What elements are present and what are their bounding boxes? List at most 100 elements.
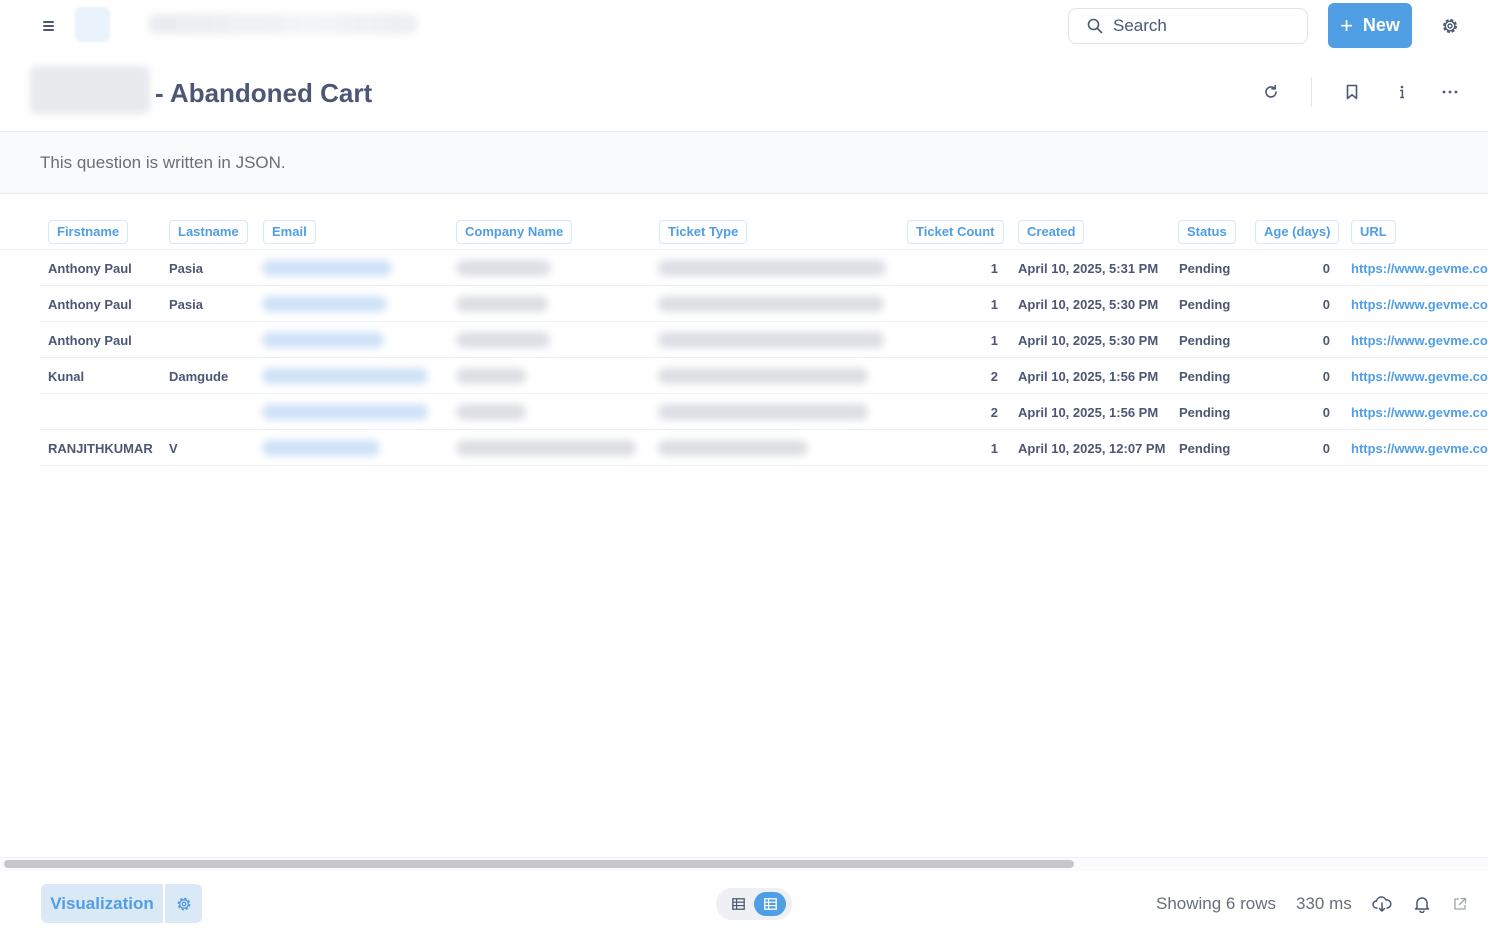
cell-firstname: Anthony Paul [48, 297, 132, 312]
column-header-status[interactable]: Status [1178, 220, 1236, 244]
cell-created: April 10, 2025, 12:07 PM [1018, 441, 1166, 456]
cell-created: April 10, 2025, 5:30 PM [1018, 333, 1159, 348]
cell-firstname: Kunal [48, 369, 85, 384]
cell-ticket-type-redacted [658, 368, 868, 384]
new-button[interactable]: + New [1328, 3, 1412, 48]
table-row: RANJITHKUMAR V 1 April 10, 2025, 12:07 P… [40, 430, 1488, 466]
bookmark-icon[interactable] [1342, 82, 1362, 102]
column-header-email[interactable]: Email [263, 220, 316, 244]
cell-company-redacted [456, 332, 550, 348]
cell-ticket-type-redacted [658, 440, 808, 456]
column-header-ticket-count[interactable]: Ticket Count [907, 220, 1004, 244]
column-header-created[interactable]: Created [1018, 220, 1085, 244]
cell-age: 0 [1322, 405, 1330, 420]
cell-ticket-type-redacted [658, 404, 868, 420]
cell-company-redacted [456, 404, 526, 420]
cell-firstname: RANJITHKUMAR [48, 441, 153, 456]
view-toggle [716, 888, 792, 920]
download-icon[interactable] [1372, 894, 1392, 914]
alert-bell-icon[interactable] [1412, 894, 1432, 914]
cell-company-redacted [456, 440, 636, 456]
table-icon [731, 898, 745, 910]
cell-url-link[interactable]: https://www.gevme.com [1351, 369, 1488, 384]
cell-ticket-count: 1 [990, 297, 998, 312]
cell-email-redacted [262, 440, 380, 456]
cell-status: Pending [1179, 441, 1231, 456]
cell-company-redacted [456, 260, 551, 276]
cell-age: 0 [1322, 441, 1330, 456]
cell-email-redacted [262, 368, 428, 384]
footer-bar: Visualization Showing 6 rows 330 ms [0, 872, 1488, 934]
cell-status: Pending [1179, 405, 1231, 420]
cell-created: April 10, 2025, 1:56 PM [1018, 369, 1159, 384]
cell-url-link[interactable]: https://www.gevme.com [1351, 405, 1488, 420]
cell-email-redacted [262, 404, 428, 420]
cell-lastname: Pasia [169, 297, 203, 312]
table-row: Kunal Damgude 2 April 10, 2025, 1:56 PM … [40, 358, 1488, 394]
cell-company-redacted [456, 368, 526, 384]
logo[interactable] [75, 7, 110, 42]
table-view-toggle[interactable] [722, 892, 754, 916]
column-header-lastname[interactable]: Lastname [169, 220, 248, 244]
top-nav: Search + New [0, 0, 1488, 52]
cell-age: 0 [1322, 297, 1330, 312]
search-input[interactable]: Search [1068, 8, 1308, 44]
cell-status: Pending [1179, 369, 1231, 384]
cell-lastname: Damgude [169, 369, 229, 384]
cell-email-redacted [262, 332, 384, 348]
row-count-text: Showing 6 rows [1156, 894, 1277, 913]
cell-created: April 10, 2025, 1:56 PM [1018, 405, 1159, 420]
cell-ticket-type-redacted [658, 260, 886, 276]
cell-lastname: V [169, 441, 178, 456]
cell-url-link[interactable]: https://www.gevme.com [1351, 441, 1488, 456]
info-icon[interactable] [1392, 82, 1412, 102]
cell-status: Pending [1179, 261, 1231, 276]
notice-text: This question is written in JSON. [40, 153, 286, 172]
cell-email-redacted [262, 260, 392, 276]
column-header-age-days[interactable]: Age (days) [1255, 220, 1340, 244]
cell-company-redacted [456, 296, 548, 312]
more-options-icon[interactable] [1440, 82, 1460, 102]
cell-created: April 10, 2025, 5:31 PM [1018, 261, 1159, 276]
cell-age: 0 [1322, 261, 1330, 276]
plus-icon: + [1340, 12, 1353, 38]
header-divider [1311, 77, 1312, 107]
visualization-settings-button[interactable] [165, 884, 202, 923]
cell-age: 0 [1322, 333, 1330, 348]
results-table: Firstname Lastname Email Company Name Ti… [0, 195, 1488, 855]
cell-ticket-count: 1 [990, 333, 998, 348]
refresh-icon[interactable] [1261, 82, 1281, 102]
collection-name [30, 66, 150, 114]
query-timing: 330 ms [1296, 894, 1352, 913]
cell-url-link[interactable]: https://www.gevme.com [1351, 297, 1488, 312]
cell-created: April 10, 2025, 5:30 PM [1018, 297, 1159, 312]
sidebar-toggle-icon[interactable] [38, 16, 60, 36]
horizontal-scrollbar-thumb[interactable] [4, 860, 1074, 868]
cell-firstname: Anthony Paul [48, 333, 132, 348]
cell-ticket-count: 2 [990, 405, 998, 420]
column-header-company-name[interactable]: Company Name [456, 220, 573, 244]
breadcrumb [148, 14, 418, 34]
visualization-view-toggle[interactable] [754, 892, 786, 916]
column-header-ticket-type[interactable]: Ticket Type [659, 220, 748, 244]
visualization-button[interactable]: Visualization [41, 884, 163, 923]
table-row: Anthony Paul 1 April 10, 2025, 5:30 PM P… [40, 322, 1488, 358]
column-header-firstname[interactable]: Firstname [48, 220, 129, 244]
cell-ticket-count: 2 [990, 369, 998, 384]
cell-ticket-type-redacted [658, 332, 884, 348]
cell-url-link[interactable]: https://www.gevme.com [1351, 261, 1488, 276]
cell-email-redacted [262, 296, 387, 312]
share-external-icon[interactable] [1450, 894, 1470, 914]
cell-status: Pending [1179, 333, 1231, 348]
cell-ticket-type-redacted [658, 296, 884, 312]
native-query-notice: This question is written in JSON. [0, 131, 1488, 194]
cell-age: 0 [1322, 369, 1330, 384]
search-placeholder: Search [1113, 16, 1167, 35]
cell-lastname: Pasia [169, 261, 203, 276]
cell-url-link[interactable]: https://www.gevme.com [1351, 333, 1488, 348]
cell-firstname: Anthony Paul [48, 261, 132, 276]
settings-gear-icon[interactable] [1440, 16, 1460, 36]
table-row: Anthony Paul Pasia 1 April 10, 2025, 5:3… [40, 250, 1488, 286]
column-header-url[interactable]: URL [1351, 220, 1396, 244]
table-detail-icon [763, 898, 777, 910]
